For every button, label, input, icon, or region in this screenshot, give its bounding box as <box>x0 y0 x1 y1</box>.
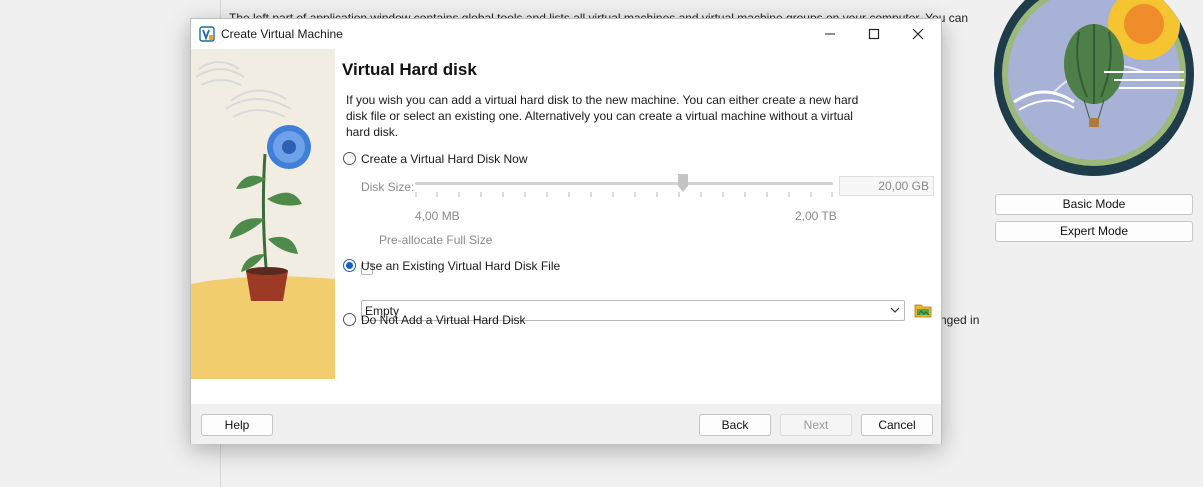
maximize-icon <box>868 28 880 40</box>
close-icon <box>912 28 924 40</box>
slider-min-label: 4,00 MB <box>415 209 460 223</box>
background-doc-text-fragment: nged in <box>940 313 980 327</box>
help-button[interactable]: Help <box>201 414 273 436</box>
no-disk-label[interactable]: Do Not Add a Virtual Hard Disk <box>361 313 526 327</box>
flower-pot-illustration <box>191 49 335 379</box>
disk-size-input[interactable]: 20,00 GB <box>839 176 934 196</box>
disk-size-label: Disk Size: <box>361 180 415 194</box>
use-existing-disk-radio[interactable] <box>343 259 356 272</box>
chevron-down-icon <box>890 307 900 313</box>
dialog-title: Create Virtual Machine <box>221 27 343 41</box>
hot-air-balloon-illustration <box>994 0 1194 176</box>
close-button[interactable] <box>895 19 941 49</box>
cancel-button[interactable]: Cancel <box>861 414 933 436</box>
preallocate-label: Pre-allocate Full Size <box>379 233 493 247</box>
page-description: If you wish you can add a virtual hard d… <box>346 93 859 139</box>
next-button[interactable]: Next <box>780 414 852 436</box>
slider-ticks <box>415 192 833 197</box>
slider-max-label: 2,00 TB <box>795 209 837 223</box>
use-existing-disk-label[interactable]: Use an Existing Virtual Hard Disk File <box>361 259 560 273</box>
maximize-button[interactable] <box>851 19 897 49</box>
slider-handle[interactable] <box>677 174 688 192</box>
basic-mode-button[interactable]: Basic Mode <box>995 194 1193 215</box>
minimize-button[interactable] <box>807 19 853 49</box>
back-button[interactable]: Back <box>699 414 771 436</box>
create-disk-radio[interactable] <box>343 152 356 165</box>
dialog-footer: Help Back Next Cancel <box>191 404 941 444</box>
folder-open-icon[interactable] <box>913 300 933 320</box>
minimize-icon <box>825 33 835 35</box>
expert-mode-button[interactable]: Expert Mode <box>995 221 1193 242</box>
dialog-titlebar[interactable]: Create Virtual Machine <box>191 19 941 49</box>
disk-size-slider[interactable] <box>415 182 833 185</box>
create-vm-dialog: Create Virtual Machine Virtual Hard disk… <box>190 18 942 444</box>
no-disk-radio[interactable] <box>343 313 356 326</box>
wizard-page: Virtual Hard disk If you wish you can ad… <box>341 49 941 404</box>
page-title: Virtual Hard disk <box>342 60 477 79</box>
create-disk-label[interactable]: Create a Virtual Hard Disk Now <box>361 152 528 166</box>
virtualbox-app-icon <box>199 26 215 42</box>
